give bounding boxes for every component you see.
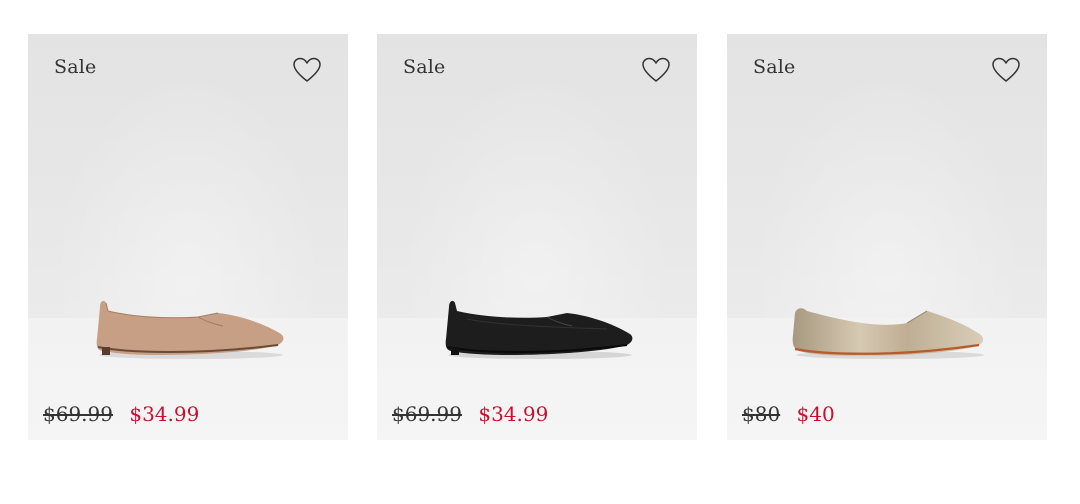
- heart-outline-icon: [293, 57, 321, 82]
- original-price: $69.99: [43, 402, 113, 426]
- sale-badge: Sale: [54, 56, 97, 78]
- product-grid: Sale $69.99 $34.99 Sale $69.99 $34.99 Sa…: [0, 0, 1080, 504]
- heart-outline-icon: [992, 57, 1020, 82]
- product-card[interactable]: Sale $69.99 $34.99: [377, 34, 697, 440]
- sale-badge: Sale: [753, 56, 796, 78]
- original-price: $80: [742, 402, 781, 426]
- original-price: $69.99: [392, 402, 462, 426]
- price-row: $80 $40: [742, 402, 835, 426]
- heart-outline-icon: [642, 57, 670, 82]
- product-image[interactable]: [437, 289, 637, 369]
- sale-price: $34.99: [478, 402, 549, 426]
- wishlist-button[interactable]: [641, 56, 671, 84]
- price-row: $69.99 $34.99: [392, 402, 548, 426]
- product-card[interactable]: Sale $69.99 $34.99: [28, 34, 348, 440]
- wishlist-button[interactable]: [991, 56, 1021, 84]
- product-image[interactable]: [88, 289, 288, 369]
- product-image[interactable]: [787, 289, 987, 369]
- price-row: $69.99 $34.99: [43, 402, 199, 426]
- wishlist-button[interactable]: [292, 56, 322, 84]
- product-card[interactable]: Sale $80 $40: [727, 34, 1047, 440]
- flat-shoe-image: [792, 308, 984, 359]
- sale-badge: Sale: [403, 56, 446, 78]
- loafer-shoe-image: [445, 300, 633, 359]
- sale-price: $40: [796, 402, 835, 426]
- sale-price: $34.99: [129, 402, 200, 426]
- loafer-shoe-image: [96, 300, 284, 359]
